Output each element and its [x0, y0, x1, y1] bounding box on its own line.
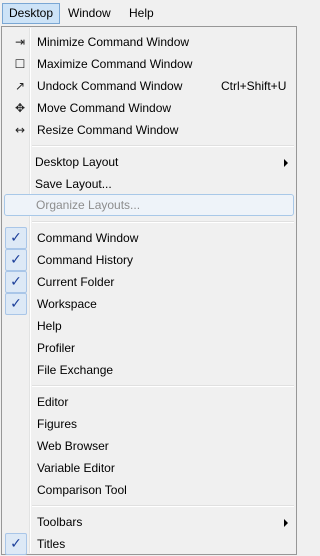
move-icon: ✥ [14, 101, 26, 115]
check-icon: ✓ [5, 227, 27, 249]
desktop-dropdown-menu: ⇥ Minimize Command Window ☐ Maximize Com… [1, 26, 297, 555]
minimize-icon: ⇥ [14, 35, 26, 49]
figures-item[interactable]: Figures [4, 413, 294, 435]
titles-item[interactable]: ✓ Titles [4, 533, 294, 555]
resize-command-window-item[interactable]: ↔ Resize Command Window [4, 119, 294, 141]
web-browser-label: Web Browser [37, 439, 109, 453]
maximize-label: Maximize Command Window [37, 57, 193, 71]
help-item[interactable]: Help [4, 315, 294, 337]
titles-label: Titles [37, 537, 66, 551]
profiler-label: Profiler [37, 341, 76, 355]
web-browser-item[interactable]: Web Browser [4, 435, 294, 457]
minimize-command-window-item[interactable]: ⇥ Minimize Command Window [4, 31, 294, 53]
save-layout-label: Save Layout... [35, 177, 112, 191]
toolbars-item[interactable]: Toolbars [4, 511, 294, 533]
menu-desktop[interactable]: Desktop [2, 3, 61, 24]
undock-icon: ↗ [14, 79, 26, 93]
comparison-tool-label: Comparison Tool [37, 483, 127, 497]
check-icon: ✓ [5, 533, 27, 555]
file-exchange-item[interactable]: File Exchange [4, 359, 294, 381]
check-icon: ✓ [5, 293, 27, 315]
command-history-label: Command History [37, 253, 134, 267]
profiler-item[interactable]: Profiler [4, 337, 294, 359]
resize-label: Resize Command Window [37, 123, 179, 137]
workspace-label: Workspace [37, 297, 97, 311]
editor-item[interactable]: Editor [4, 391, 294, 413]
submenu-arrow-icon [284, 159, 288, 167]
move-label: Move Command Window [37, 101, 172, 115]
undock-label: Undock Command Window [37, 79, 183, 93]
figures-label: Figures [37, 417, 78, 431]
separator [32, 145, 294, 147]
organize-layouts-label: Organize Layouts... [36, 198, 141, 212]
separator [32, 221, 294, 223]
current-folder-item[interactable]: ✓ Current Folder [4, 271, 294, 293]
maximize-icon: ☐ [14, 57, 26, 71]
toolbars-label: Toolbars [37, 515, 83, 529]
check-icon: ✓ [5, 271, 27, 293]
variable-editor-label: Variable Editor [37, 461, 115, 475]
undock-command-window-item[interactable]: ↗ Undock Command Window Ctrl+Shift+U [4, 75, 294, 97]
submenu-arrow-icon [284, 519, 288, 527]
menu-help[interactable]: Help [123, 3, 160, 24]
editor-label: Editor [37, 395, 69, 409]
undock-shortcut: Ctrl+Shift+U [221, 79, 287, 93]
workspace-item[interactable]: ✓ Workspace [4, 293, 294, 315]
move-command-window-item[interactable]: ✥ Move Command Window [4, 97, 294, 119]
command-window-item[interactable]: ✓ Command Window [4, 227, 294, 249]
current-folder-label: Current Folder [37, 275, 115, 289]
minimize-label: Minimize Command Window [37, 35, 190, 49]
variable-editor-item[interactable]: Variable Editor [4, 457, 294, 479]
desktop-layout-item[interactable]: Desktop Layout [4, 151, 294, 173]
save-layout-item[interactable]: Save Layout... [4, 173, 294, 195]
separator [32, 505, 294, 507]
menu-window[interactable]: Window [62, 3, 117, 24]
file-exchange-label: File Exchange [37, 363, 114, 377]
command-window-label: Command Window [37, 231, 139, 245]
check-icon: ✓ [5, 249, 27, 271]
menu-bar: Desktop Window Help [0, 0, 298, 26]
help-label: Help [37, 319, 62, 333]
desktop-layout-label: Desktop Layout [35, 155, 119, 169]
comparison-tool-item[interactable]: Comparison Tool [4, 479, 294, 501]
organize-layouts-item[interactable]: Organize Layouts... [4, 194, 294, 216]
separator [32, 385, 294, 387]
command-history-item[interactable]: ✓ Command History [4, 249, 294, 271]
resize-icon: ↔ [14, 123, 26, 137]
maximize-command-window-item[interactable]: ☐ Maximize Command Window [4, 53, 294, 75]
